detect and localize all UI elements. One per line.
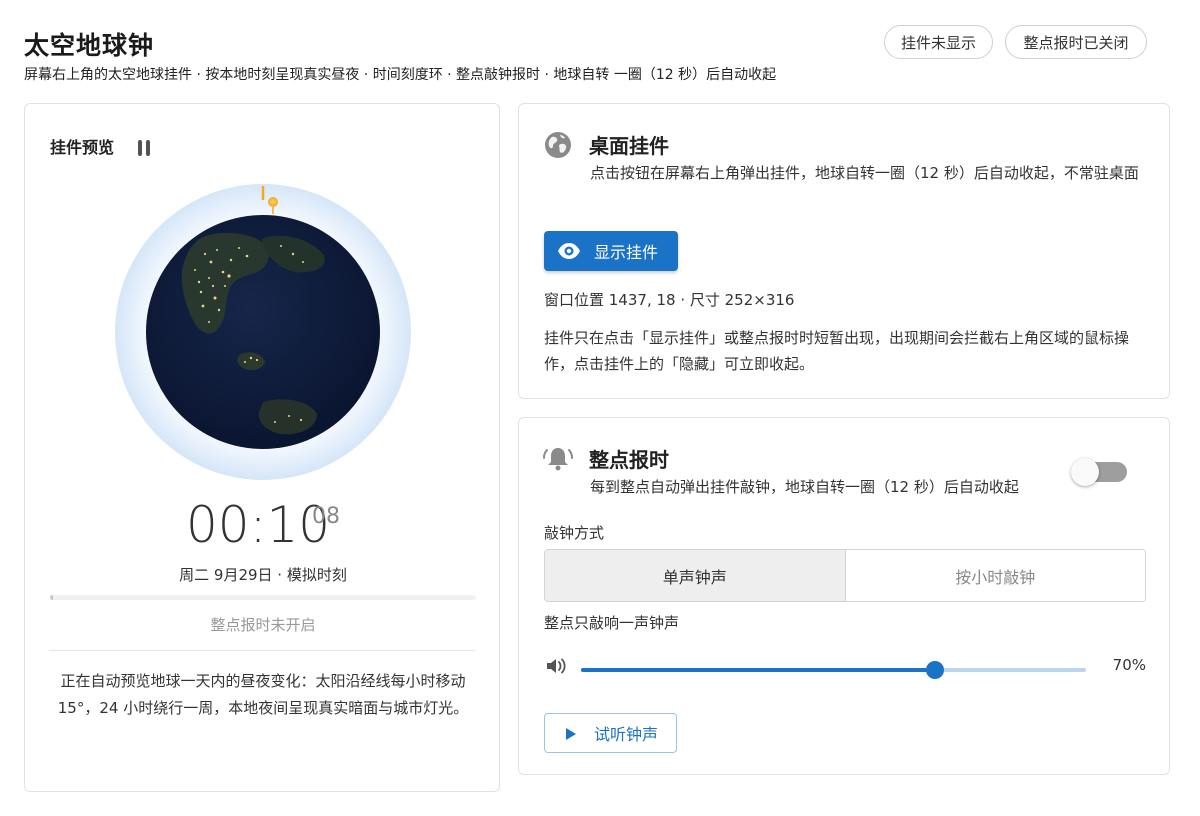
bell-icon [543, 448, 573, 471]
chime-mode-label: 敲钟方式 [544, 524, 605, 542]
window-info: 窗口位置 1437, 18 · 尺寸 252×316 [544, 291, 795, 309]
earth-globe [115, 184, 411, 480]
chime-status-text: 整点报时未开启 [210, 616, 316, 634]
desktop-widget-title: 桌面挂件 [589, 134, 669, 158]
desktop-widget-note: 挂件只在点击「显示挂件」或整点报时时短暂出现，出现期间会拦截右上角区域的鼠标操作… [544, 329, 1130, 373]
test-chime-button[interactable]: 试听钟声 [544, 713, 677, 753]
mode-option-single[interactable]: 单声钟声 [545, 550, 846, 601]
volume-icon [547, 658, 566, 674]
app-title: 太空地球钟 [24, 31, 155, 60]
volume-thumb[interactable] [925, 661, 944, 679]
divider [49, 650, 475, 651]
chime-mode-hint: 整点只敲响一声钟声 [544, 614, 680, 632]
volume-slider[interactable] [581, 660, 1086, 680]
preview-description: 正在自动预览地球一天内的昼夜变化：太阳沿经线每小时移动 15°，24 小时绕行一… [57, 672, 469, 717]
desktop-widget-description: 点击按钮在屏幕右上角弹出挂件，地球自转一圈（12 秒）后自动收起，不常驻桌面 [590, 164, 1139, 182]
mode-option-hourly[interactable]: 按小时敲钟 [845, 550, 1145, 601]
page-header: 太空地球钟 屏幕右上角的太空地球挂件 · 按本地时刻呈现真实昼夜 · 时间刻度环… [24, 22, 1184, 92]
preview-card: 挂件预览 00:10 08 周二 9月29日 · 模拟时刻 整点报时未开启 正在… [24, 103, 500, 792]
globe-icon [545, 132, 571, 158]
hourly-chime-title: 整点报时 [589, 448, 669, 472]
pause-icon[interactable] [137, 140, 151, 156]
show-widget-label: 显示挂件 [594, 243, 659, 262]
show-widget-button[interactable]: 显示挂件 [544, 231, 678, 271]
hourly-chime-description: 每到整点自动弹出挂件敲钟，地球自转一圈（12 秒）后自动收起 [590, 478, 1019, 496]
clock-time: 00:10 [186, 496, 331, 554]
hourly-chime-toggle[interactable] [1071, 458, 1129, 486]
toggle-knob [1071, 458, 1099, 486]
app-subtitle: 屏幕右上角的太空地球挂件 · 按本地时刻呈现真实昼夜 · 时间刻度环 · 整点敲… [24, 67, 777, 83]
day-progress-fill [50, 595, 53, 600]
chime-status-badge: 整点报时已关闭 [1005, 25, 1147, 59]
volume-fill [581, 668, 935, 672]
day-progress-bar [50, 595, 476, 600]
preview-title: 挂件预览 [50, 138, 115, 157]
play-icon [566, 728, 576, 740]
widget-status-badge: 挂件未显示 [884, 25, 993, 59]
eye-icon [558, 243, 580, 259]
desktop-widget-card: 桌面挂件 点击按钮在屏幕右上角弹出挂件，地球自转一圈（12 秒）后自动收起，不常… [518, 103, 1170, 399]
clock-seconds: 08 [312, 504, 340, 529]
chime-mode-selector: 单声钟声 按小时敲钟 [544, 549, 1146, 602]
hourly-chime-card: 整点报时 每到整点自动弹出挂件敲钟，地球自转一圈（12 秒）后自动收起 敲钟方式… [518, 417, 1170, 775]
clock-date: 周二 9月29日 · 模拟时刻 [179, 566, 347, 584]
volume-value: 70% [1112, 656, 1146, 674]
test-chime-label: 试听钟声 [594, 725, 659, 744]
